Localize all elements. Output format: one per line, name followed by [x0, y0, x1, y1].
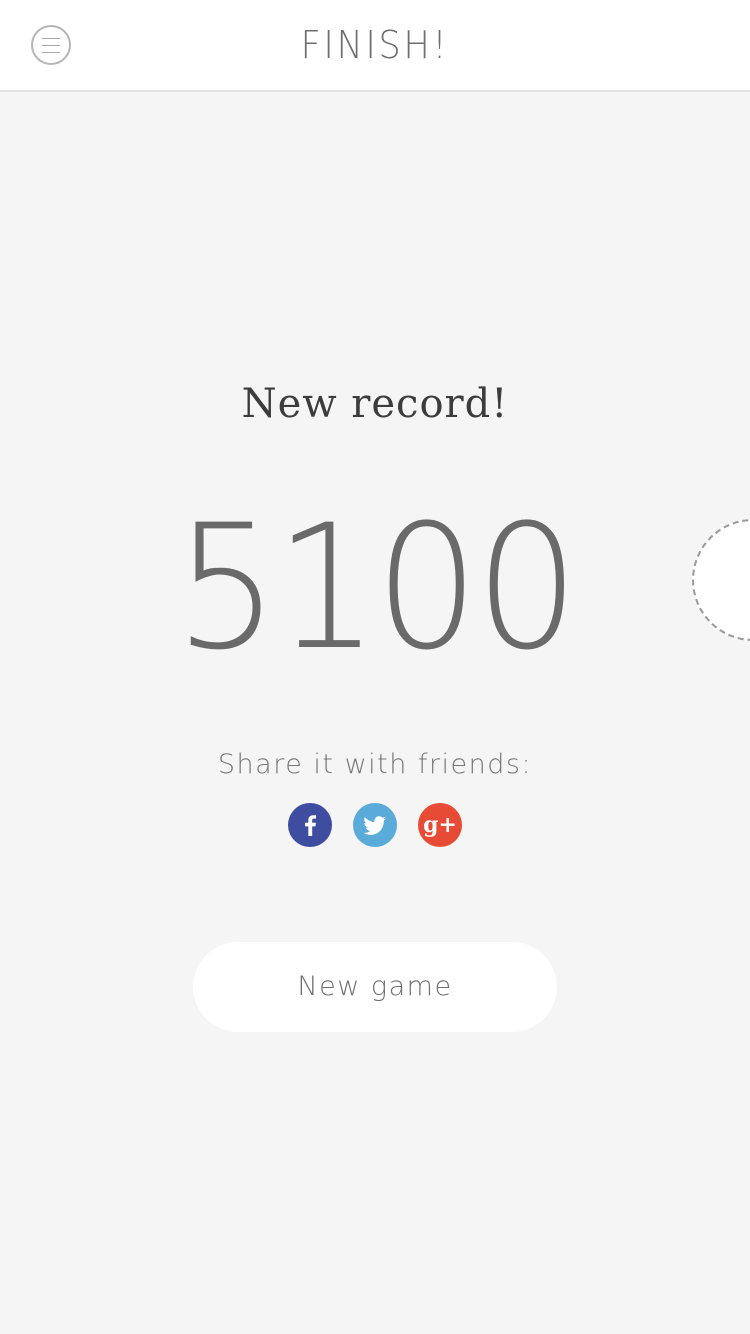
twitter-glyph: [363, 816, 386, 835]
facebook-glyph: [305, 815, 316, 836]
new-record-heading: New record!: [241, 381, 509, 427]
new-game-button[interactable]: New game: [193, 942, 557, 1032]
header-bar: FINISH!: [0, 0, 750, 92]
share-label: Share it with friends:: [217, 749, 533, 780]
page-title: FINISH!: [300, 23, 450, 67]
google-plus-icon[interactable]: g+: [418, 803, 462, 847]
google-plus-glyph: g+: [423, 812, 457, 838]
finish-screen: FINISH! New record! 5100 Share it with f…: [0, 0, 750, 1334]
twitter-icon[interactable]: [353, 803, 397, 847]
final-score: 5100: [174, 487, 579, 688]
facebook-icon[interactable]: [288, 803, 332, 847]
